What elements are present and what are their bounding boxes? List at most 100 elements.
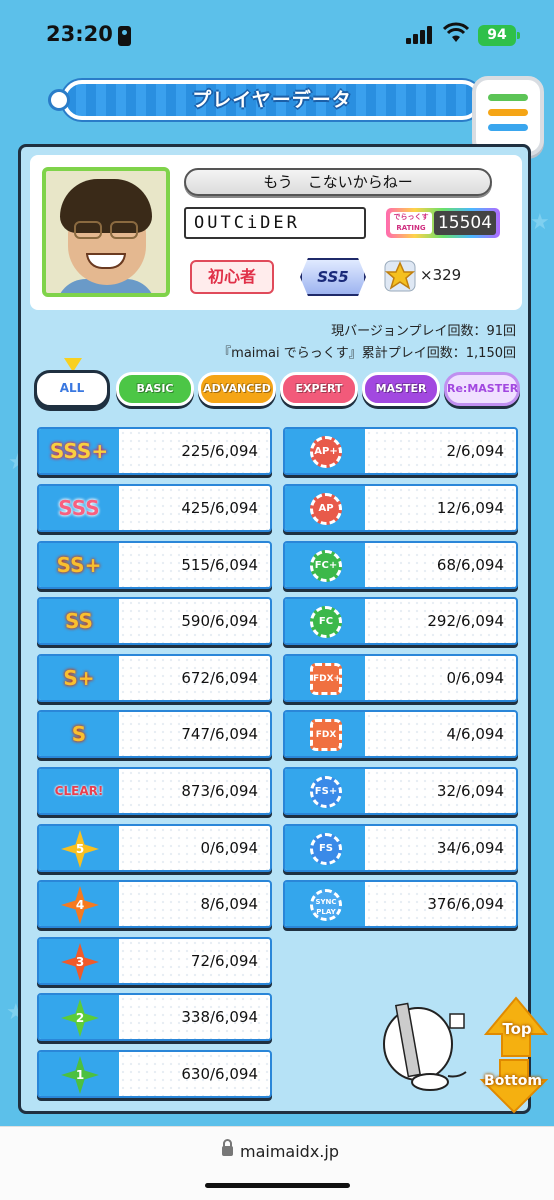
menu-bar-blue: [488, 124, 528, 131]
combo-count: 0/6,094: [446, 669, 504, 687]
s-rank-icon: S: [71, 722, 87, 746]
rank-count: 8/6,094: [200, 895, 258, 913]
combo-count: 2/6,094: [446, 442, 504, 460]
fdx-plus-icon: FDX+: [310, 663, 342, 695]
rank-row: 4 8/6,094: [37, 880, 272, 928]
combo-row: AP+ 2/6,094: [283, 427, 518, 475]
rating-box: でらっくす RATING 15504: [386, 208, 500, 238]
rank-count: 672/6,094: [181, 669, 258, 687]
sync-play-icon: SYNC PLAY: [310, 889, 342, 921]
rank-count: 72/6,094: [190, 952, 258, 970]
combo-row: FC 292/6,094: [283, 597, 518, 645]
combo-row: SYNC PLAY 376/6,094: [283, 880, 518, 928]
battery-indicator: 94: [478, 25, 516, 46]
scroll-bottom-label: Bottom: [484, 1073, 542, 1089]
rank-count: 747/6,094: [181, 725, 258, 743]
rank-row: SS 590/6,094: [37, 597, 272, 645]
combo-row: FC+ 68/6,094: [283, 541, 518, 589]
tab-expert[interactable]: EXPERT: [280, 372, 358, 406]
lock-icon: [222, 1139, 233, 1156]
rank-count: 0/6,094: [200, 839, 258, 857]
star-count: ×329: [420, 266, 462, 284]
id-card-icon: [118, 26, 131, 46]
fdx-icon: FDX: [310, 719, 342, 751]
page-title: プレイヤーデータ: [192, 89, 352, 111]
url-text[interactable]: maimaidx.jp: [240, 1142, 339, 1161]
course-rank-label: SS5: [317, 268, 349, 286]
tab-basic[interactable]: BASIC: [116, 372, 194, 406]
ss-plus-rank-icon: SS+: [56, 553, 102, 577]
class-rank-badge: 初心者: [190, 260, 274, 294]
combo-count: 292/6,094: [427, 612, 504, 630]
fs-icon: FS: [310, 833, 342, 865]
dx-star-3-label: 3: [75, 955, 85, 969]
rank-row: S 747/6,094: [37, 710, 272, 758]
star-icon: [384, 260, 416, 292]
tab-all[interactable]: ALL: [34, 370, 110, 408]
combo-row: FS 34/6,094: [283, 824, 518, 872]
combo-row: FDX+ 0/6,094: [283, 654, 518, 702]
dx-star-1-label: 1: [75, 1068, 85, 1082]
ap-plus-icon: AP+: [310, 436, 342, 468]
rank-count: 873/6,094: [181, 782, 258, 800]
rank-count: 590/6,094: [181, 612, 258, 630]
rank-count: 515/6,094: [181, 556, 258, 574]
wifi-icon: [443, 22, 469, 42]
rank-row: SSS 425/6,094: [37, 484, 272, 532]
rank-count: 425/6,094: [181, 499, 258, 517]
ss-rank-icon: SS: [65, 609, 93, 633]
menu-bar-orange: [488, 109, 528, 116]
rank-row: 2 338/6,094: [37, 993, 272, 1041]
menu-bar-green: [488, 94, 528, 101]
rank-row: 3 72/6,094: [37, 937, 272, 985]
rank-row: S+ 672/6,094: [37, 654, 272, 702]
fc-icon: FC: [310, 606, 342, 638]
combo-count: 32/6,094: [436, 782, 504, 800]
player-title-plate: OUTCiDER: [184, 207, 366, 239]
browser-address-bar[interactable]: [0, 1126, 554, 1200]
rating-label: でらっくす RATING: [390, 212, 432, 234]
rank-count: 630/6,094: [181, 1065, 258, 1083]
combo-count: 68/6,094: [436, 556, 504, 574]
version-play-count: 現バージョンプレイ回数：91回: [331, 324, 516, 339]
combo-count: 34/6,094: [436, 839, 504, 857]
dx-star-4-label: 4: [75, 898, 85, 912]
dx-star-5-label: 5: [75, 842, 85, 856]
fc-plus-icon: FC+: [310, 550, 342, 582]
clear-icon: CLEAR!: [54, 784, 104, 798]
tab-remaster[interactable]: Re:MASTER: [444, 372, 520, 406]
total-play-count: 『maimai でらっくす』累計プレイ回数：1,150回: [218, 346, 516, 361]
rating-value: 15504: [434, 211, 496, 235]
background-star-icon: ★: [530, 210, 550, 235]
rank-row: SSS+ 225/6,094: [37, 427, 272, 475]
combo-row: FDX 4/6,094: [283, 710, 518, 758]
battery-tip: [517, 32, 520, 39]
player-name: もう こないからねー: [184, 168, 492, 196]
sss-rank-icon: SSS: [58, 496, 100, 520]
tab-master[interactable]: MASTER: [362, 372, 440, 406]
tab-advanced[interactable]: ADVANCED: [198, 372, 276, 406]
status-time: 23:20: [46, 22, 113, 46]
combo-count: 376/6,094: [427, 895, 504, 913]
rank-row: 5 0/6,094: [37, 824, 272, 872]
fs-plus-icon: FS+: [310, 776, 342, 808]
rank-count: 338/6,094: [181, 1008, 258, 1026]
cellular-signal-icon: [406, 26, 434, 44]
combo-row: FS+ 32/6,094: [283, 767, 518, 815]
rank-row: SS+ 515/6,094: [37, 541, 272, 589]
player-avatar[interactable]: [42, 167, 170, 297]
combo-row: AP 12/6,094: [283, 484, 518, 532]
rank-count: 225/6,094: [181, 442, 258, 460]
status-bar: 23:20 94: [0, 0, 554, 64]
scroll-top-label: Top: [502, 1020, 532, 1038]
combo-count: 4/6,094: [446, 725, 504, 743]
home-indicator[interactable]: [205, 1183, 350, 1188]
rank-row: CLEAR! 873/6,094: [37, 767, 272, 815]
rank-row: 1 630/6,094: [37, 1050, 272, 1098]
mascot-character-icon: [383, 1002, 467, 1091]
dx-star-2-label: 2: [75, 1011, 85, 1025]
s-plus-rank-icon: S+: [63, 666, 95, 690]
sss-plus-rank-icon: SSS+: [49, 439, 109, 463]
combo-count: 12/6,094: [436, 499, 504, 517]
ap-icon: AP: [310, 493, 342, 525]
